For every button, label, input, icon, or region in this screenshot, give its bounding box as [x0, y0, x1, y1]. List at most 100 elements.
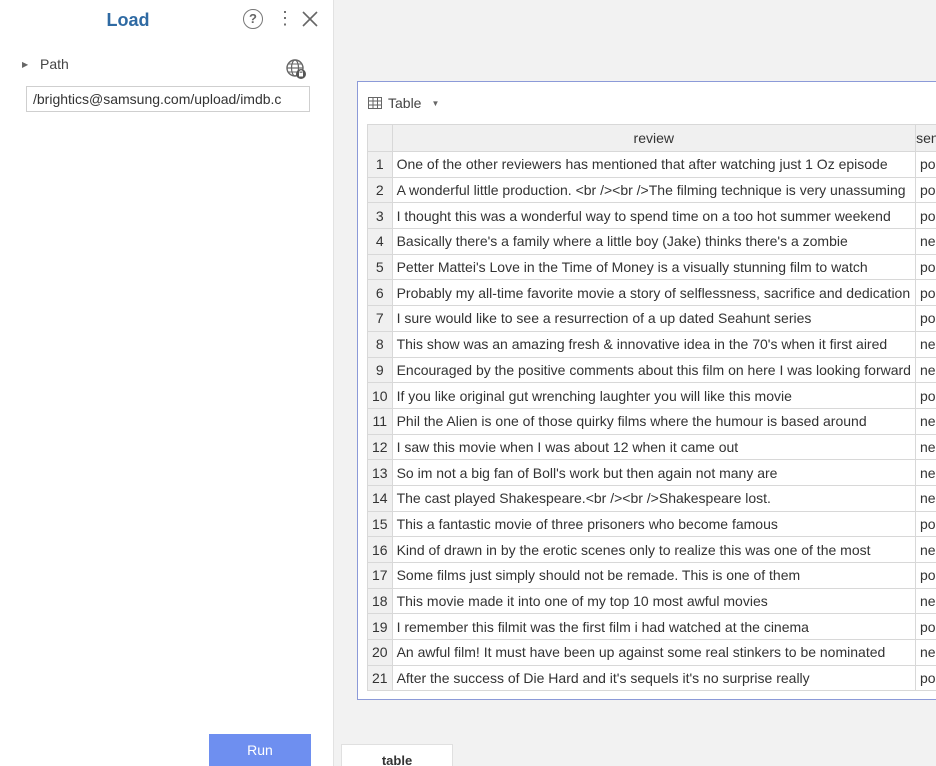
table-row[interactable]: 12 I saw this movie when I was about 12 w…: [367, 433, 936, 461]
row-index-cell[interactable]: 18: [367, 587, 393, 615]
row-index-cell[interactable]: 3: [367, 202, 393, 230]
table-row[interactable]: 19 I remember this filmit was the first f…: [367, 613, 936, 641]
review-cell[interactable]: The cast played Shakespeare.<br /><br />…: [391, 484, 916, 512]
table-row[interactable]: 10 If you like original gut wrenching lau…: [367, 382, 936, 409]
table-row[interactable]: 20 An awful film! It must have been up ag…: [367, 639, 936, 666]
row-index-cell[interactable]: 13: [367, 459, 393, 486]
review-cell[interactable]: This a fantastic movie of three prisoner…: [391, 510, 916, 538]
sentiment-cell[interactable]: negative: [914, 639, 936, 666]
row-index-cell[interactable]: 8: [367, 330, 393, 358]
sentiment-cell[interactable]: negative: [914, 484, 936, 512]
sentiment-cell[interactable]: negative: [914, 330, 936, 358]
table-card: Table ▼ review sentiment 1One of the oth…: [357, 81, 936, 700]
sentiment-cell[interactable]: negative: [914, 356, 936, 384]
table-row[interactable]: 17 Some films just simply should not be r…: [367, 562, 936, 589]
table-row[interactable]: 15 This a fantastic movie of three prison…: [367, 510, 936, 538]
sentiment-cell[interactable]: positive: [914, 382, 936, 409]
review-cell[interactable]: A wonderful little production. <br /><br…: [391, 176, 916, 204]
sentiment-cell[interactable]: positive: [914, 202, 936, 230]
data-grid[interactable]: review sentiment 1One of the other revie…: [367, 124, 936, 694]
column-header-sentiment[interactable]: sentiment: [914, 124, 936, 152]
row-index-cell[interactable]: 17: [367, 562, 393, 589]
table-row[interactable]: 9 Encouraged by the positive comments abo…: [367, 356, 936, 384]
close-icon[interactable]: [300, 9, 320, 29]
row-index-cell[interactable]: 10: [367, 382, 393, 409]
row-index-cell[interactable]: 14: [367, 484, 393, 512]
review-cell[interactable]: One of the other reviewers has mentioned…: [391, 151, 916, 178]
table-row[interactable]: 18 This movie made it into one of my top …: [367, 587, 936, 615]
sentiment-cell[interactable]: negative: [914, 433, 936, 461]
review-cell[interactable]: This movie made it into one of my top 10…: [391, 587, 916, 615]
help-icon[interactable]: ?: [243, 9, 263, 29]
table-view-selector[interactable]: Table ▼: [368, 94, 439, 112]
review-cell[interactable]: Kind of drawn in by the erotic scenes on…: [391, 536, 916, 563]
table-row[interactable]: 16 Kind of drawn in by the erotic scenes …: [367, 536, 936, 563]
table-row[interactable]: 7I sure would like to see a resurrection…: [367, 305, 936, 332]
review-cell[interactable]: Basically there's a family where a littl…: [391, 228, 916, 255]
expand-caret-icon[interactable]: ▶: [22, 60, 32, 69]
table-row[interactable]: 3I thought this was a wonderful way to s…: [367, 202, 936, 230]
review-cell[interactable]: So im not a big fan of Boll's work but t…: [391, 459, 916, 486]
row-index-cell[interactable]: 2: [367, 176, 393, 204]
review-cell[interactable]: I sure would like to see a resurrection …: [391, 305, 916, 332]
review-cell[interactable]: Probably my all-time favorite movie a st…: [391, 279, 916, 307]
run-button[interactable]: Run: [209, 734, 311, 766]
row-index-cell[interactable]: 5: [367, 253, 393, 281]
path-input[interactable]: [26, 86, 310, 112]
row-index-cell[interactable]: 19: [367, 613, 393, 641]
sentiment-cell[interactable]: negative: [914, 536, 936, 563]
data-table: review sentiment 1One of the other revie…: [367, 124, 936, 692]
table-row[interactable]: 1 One of the other reviewers has mentione…: [367, 151, 936, 178]
table-row[interactable]: 13 So im not a big fan of Boll's work but…: [367, 459, 936, 486]
review-cell[interactable]: If you like original gut wrenching laugh…: [391, 382, 916, 409]
row-index-cell[interactable]: 12: [367, 433, 393, 461]
sentiment-cell[interactable]: positive: [914, 305, 936, 332]
row-index-cell[interactable]: 16: [367, 536, 393, 563]
table-row[interactable]: 11 Phil the Alien is one of those quirky …: [367, 407, 936, 435]
sentiment-cell[interactable]: positive: [914, 279, 936, 307]
review-cell[interactable]: Some films just simply should not be rem…: [391, 562, 916, 589]
review-cell[interactable]: I thought this was a wonderful way to sp…: [391, 202, 916, 230]
table-row[interactable]: 8 This show was an amazing fresh & innova…: [367, 330, 936, 358]
globe-icon[interactable]: [285, 58, 307, 80]
row-index-cell[interactable]: 20: [367, 639, 393, 666]
table-row[interactable]: 5 Petter Mattei's Love in the Time of Mon…: [367, 253, 936, 281]
sentiment-cell[interactable]: negative: [914, 407, 936, 435]
sentiment-cell[interactable]: positive: [914, 176, 936, 204]
path-section-header[interactable]: ▶ Path: [22, 55, 69, 73]
row-index-cell[interactable]: 7: [367, 305, 393, 332]
sentiment-cell[interactable]: positive: [914, 613, 936, 641]
review-cell[interactable]: After the success of Die Hard and it's s…: [391, 664, 916, 692]
review-cell[interactable]: Petter Mattei's Love in the Time of Mone…: [391, 253, 916, 281]
row-index-cell[interactable]: 4: [367, 228, 393, 255]
review-cell[interactable]: An awful film! It must have been up agai…: [391, 639, 916, 666]
table-row[interactable]: 2A wonderful little production. <br /><b…: [367, 176, 936, 204]
sentiment-cell[interactable]: negative: [914, 587, 936, 615]
table-row[interactable]: 14 The cast played Shakespeare.<br /><br …: [367, 484, 936, 512]
review-cell[interactable]: This show was an amazing fresh & innovat…: [391, 330, 916, 358]
row-index-cell[interactable]: 15: [367, 510, 393, 538]
sentiment-cell[interactable]: positive: [914, 562, 936, 589]
row-index-cell[interactable]: 21: [367, 664, 393, 692]
review-cell[interactable]: Encouraged by the positive comments abou…: [391, 356, 916, 384]
row-index-cell[interactable]: 1: [367, 151, 393, 178]
review-cell[interactable]: I saw this movie when I was about 12 whe…: [391, 433, 916, 461]
dropdown-caret-icon[interactable]: ▼: [431, 99, 439, 108]
sentiment-cell[interactable]: positive: [914, 151, 936, 178]
sentiment-cell[interactable]: negative: [914, 228, 936, 255]
sentiment-cell[interactable]: negative: [914, 459, 936, 486]
row-index-cell[interactable]: 11: [367, 407, 393, 435]
row-index-cell[interactable]: 9: [367, 356, 393, 384]
column-header-review[interactable]: review: [391, 124, 916, 152]
sentiment-cell[interactable]: positive: [914, 253, 936, 281]
review-cell[interactable]: Phil the Alien is one of those quirky fi…: [391, 407, 916, 435]
table-row[interactable]: 6 Probably my all-time favorite movie a s…: [367, 279, 936, 307]
review-cell[interactable]: I remember this filmit was the first fil…: [391, 613, 916, 641]
table-row[interactable]: 4 Basically there's a family where a litt…: [367, 228, 936, 255]
sentiment-cell[interactable]: positive: [914, 664, 936, 692]
row-index-cell[interactable]: 6: [367, 279, 393, 307]
table-row[interactable]: 21 After the success of Die Hard and it's…: [367, 664, 936, 692]
tab-table[interactable]: table: [341, 744, 453, 766]
more-icon[interactable]: ⋮: [276, 8, 294, 28]
sentiment-cell[interactable]: positive: [914, 510, 936, 538]
